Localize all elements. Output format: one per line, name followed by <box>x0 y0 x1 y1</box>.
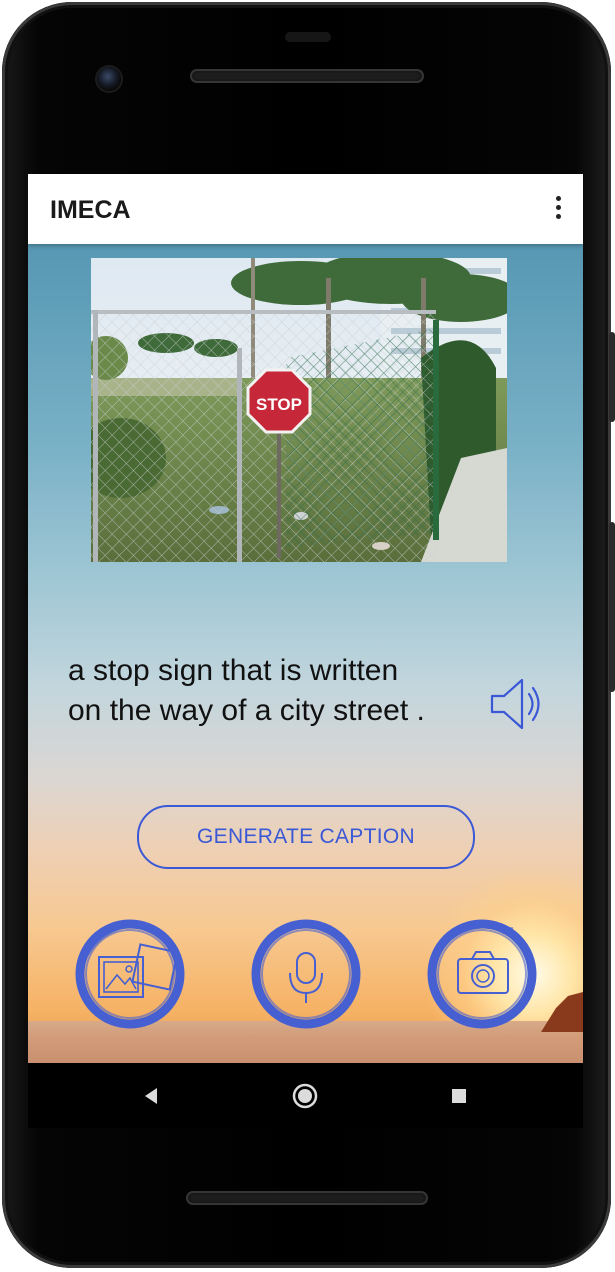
app-screen: IMECA STOP a stop sign that is written o… <box>28 174 583 1063</box>
generate-caption-button[interactable]: GENERATE CAPTION <box>137 805 475 869</box>
front-camera <box>97 67 121 91</box>
recents-icon[interactable] <box>444 1081 474 1111</box>
camera-icon <box>457 951 509 994</box>
stop-sign-text: STOP <box>256 395 302 414</box>
app-bar: IMECA <box>28 174 583 244</box>
microphone-icon <box>289 952 323 1003</box>
microphone-button[interactable] <box>247 915 365 1033</box>
bottom-speaker <box>186 1191 428 1205</box>
generated-caption: a stop sign that is written on the way o… <box>68 651 488 731</box>
top-slot <box>285 32 331 42</box>
app-title: IMECA <box>50 196 131 224</box>
home-icon[interactable] <box>290 1081 320 1111</box>
caption-line-1: a stop sign that is written <box>68 654 399 687</box>
camera-button[interactable] <box>423 915 541 1033</box>
speaker-icon[interactable] <box>486 672 546 736</box>
back-icon[interactable] <box>136 1081 166 1111</box>
power-button <box>609 332 615 422</box>
gallery-icon <box>98 943 179 998</box>
selected-photo: STOP <box>91 258 507 562</box>
earpiece-speaker <box>190 69 424 83</box>
system-nav-bar <box>28 1063 583 1128</box>
more-vert-icon[interactable] <box>553 196 563 222</box>
volume-button <box>609 522 615 692</box>
caption-line-2: on the way of a city street . <box>68 694 425 727</box>
gallery-button[interactable] <box>71 915 189 1033</box>
